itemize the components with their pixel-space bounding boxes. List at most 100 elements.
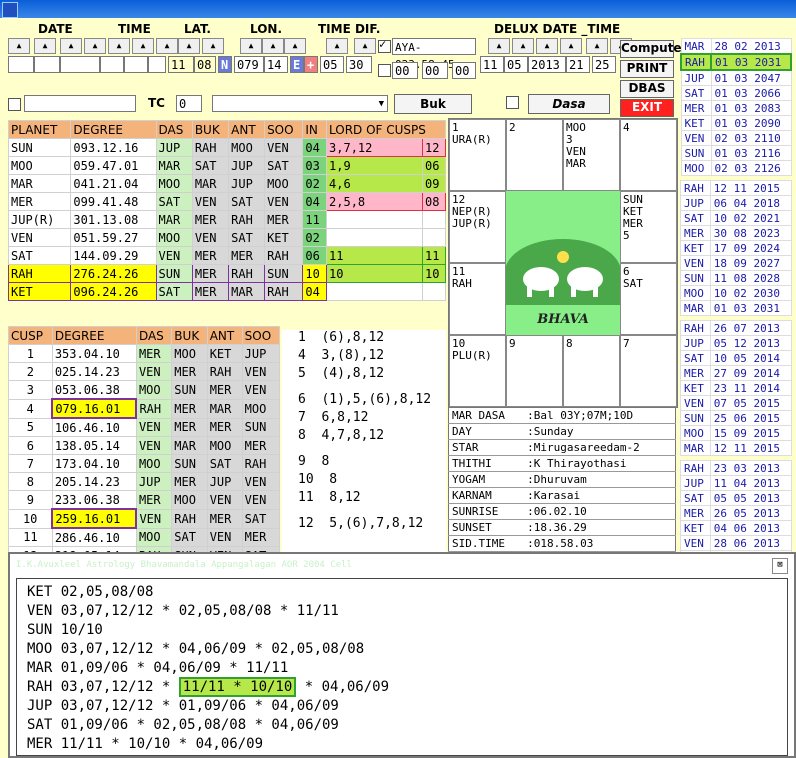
dasa-planet: MOO [680,285,711,301]
dasa-checkbox[interactable] [506,96,519,109]
tc-field[interactable]: 0 [176,95,202,112]
option-checkbox[interactable] [8,98,21,111]
table-cell: 04 [302,282,328,301]
info-row: STAR:Mirugasareedam-2 [448,439,676,456]
delux-label: DELUX DATE _TIME [494,22,621,36]
table-cell: 9 [8,490,53,510]
time-hour-field[interactable] [100,56,124,73]
spinner-up-icon[interactable]: ▲ [84,38,106,54]
output-line: SUN 10/10 [27,622,103,638]
table-cell: VEN [135,417,173,437]
table-cell: MOO [171,490,208,510]
table-cell: 10 [8,508,53,529]
chart-center: BHAVA [505,191,621,335]
spinner-up-icon[interactable]: ▲ [156,38,178,54]
date-day-field[interactable] [8,56,34,73]
table-row: 6 138.05.14 VEN MAR MOO MER [8,436,281,455]
dasa-period-list: MAR 28 02 2013 RAH 01 03 2031 JUP 01 03 2047 S… [679,38,793,600]
list-item: JUP 05 12 2013 [680,335,793,351]
cusp-table-header-row: CUSP DEGREE DAS BUK ANT SOO [8,326,281,345]
spinner-up-icon[interactable]: ▲ [108,38,130,54]
table-cell: 10 [326,264,423,283]
planet-table-header-row: PLANET DEGREE DAS BUK ANT SOO IN LORD OF CUSPS [7,120,446,139]
place-dropdown[interactable]: ▼ [212,95,388,112]
spinner-up-icon[interactable]: ▲ [240,38,262,54]
spinner-up-icon[interactable]: ▲ [488,38,510,54]
zero-checkbox[interactable] [378,64,391,77]
table-cell: VEN [264,192,304,211]
table-row: 1 353.04.10 MER MOO KET JUP [8,344,281,363]
spinner-up-icon[interactable]: ▲ [202,38,224,54]
spinner-up-icon[interactable]: ▲ [586,38,608,54]
dbas-button[interactable]: DBAS [620,80,674,98]
name-field[interactable] [24,95,136,112]
table-cell: MER [171,362,208,381]
table-cell: 6 [8,436,53,455]
lat-min-field[interactable]: 08 [194,56,216,73]
cusp-sig-line: 9 8 [298,454,330,469]
table-cell: 04 [302,192,328,211]
dasa-planet: MER [680,100,712,116]
dasa-date: 26 05 2013 [709,505,793,521]
spinner-up-icon[interactable]: ▲ [536,38,558,54]
spinner-up-icon[interactable]: ▲ [34,38,56,54]
lon-label: LON. [250,22,283,36]
lon-dir-toggle[interactable]: E [290,56,304,73]
spinner-up-icon[interactable]: ▲ [512,38,534,54]
time-min-field[interactable] [124,56,148,73]
delux-year-field[interactable]: 2013 [528,56,566,73]
chevron-down-icon: ▼ [378,99,384,109]
spinner-up-icon[interactable]: ▲ [60,38,82,54]
lat-deg-field[interactable]: 11 [168,56,194,73]
dasa-button[interactable]: Dasa [528,94,610,114]
spinner-up-icon[interactable]: ▲ [132,38,154,54]
cusp-significators: 1 (6),8,12 4 3,(8),12 5 (4),8,12 6 (1),5,(6… [282,330,446,552]
spinner-up-icon[interactable]: ▲ [560,38,582,54]
date-year-field[interactable] [60,56,100,73]
zero-field-1[interactable]: 00 [392,62,418,79]
spinner-up-icon[interactable]: ▲ [262,38,284,54]
exit-button[interactable]: EXIT [620,99,674,117]
delux-day-field[interactable]: 11 [480,56,504,73]
output-line: MER 11/11 * 10/10 * 04,06/09 [27,736,264,752]
spinner-up-icon[interactable]: ▲ [284,38,306,54]
spinner-up-icon[interactable]: ▲ [178,38,200,54]
lon-min-field[interactable]: 14 [264,56,288,73]
table-cell: 1 [8,344,53,363]
table-cell: MER [135,490,173,510]
print-button[interactable]: PRINT [620,60,674,78]
zero-field-2[interactable]: 00 [422,62,448,79]
buk-button[interactable]: Buk [394,94,472,114]
lat-dir-toggle[interactable]: N [218,56,232,73]
close-icon[interactable]: ⊠ [772,558,788,574]
table-cell: MOO [206,436,243,455]
table-cell: MOO [228,138,266,157]
list-item: MER 01 03 2083 [680,100,792,116]
table-cell: VEN [241,472,281,491]
spinner-up-icon[interactable]: ▲ [8,38,30,54]
delux-hour-field[interactable]: 21 [566,56,590,73]
spinner-up-icon[interactable]: ▲ [354,38,376,54]
table-cell: RAH [228,264,266,283]
dasa-date: 01 03 2090 [710,115,792,131]
time-sec-field[interactable] [148,56,166,73]
tz-sign-toggle[interactable]: + [304,56,318,73]
zero-field-3[interactable]: 00 [452,62,476,79]
tz-hour-field[interactable]: 05 [320,56,344,73]
date-month-field[interactable] [34,56,60,73]
info-label: SID.TIME [448,535,525,552]
delux-min-field[interactable]: 25 [592,56,616,73]
cusp-header-cell: ANT [206,326,243,345]
delux-month-field[interactable]: 05 [504,56,528,73]
tz-min-field[interactable]: 30 [346,56,372,73]
list-item: KET 17 09 2024 [680,240,793,256]
info-row: KARNAM:Karasai [448,487,676,504]
output-heading: I.K.Avuxleel Astrology Bhavamandala Appa… [10,554,794,576]
table-row: 11 286.46.10 MOO SAT VEN MER [8,527,281,547]
lon-deg-field[interactable]: 079 [234,56,264,73]
spinner-up-icon[interactable]: ▲ [326,38,348,54]
aya-field[interactable]: AYA-023.58.45 [392,38,476,71]
dasa-date: 23 03 2013 [709,460,793,476]
compute-button[interactable]: Compute [620,40,682,58]
chart-cell: 9 [506,335,563,407]
